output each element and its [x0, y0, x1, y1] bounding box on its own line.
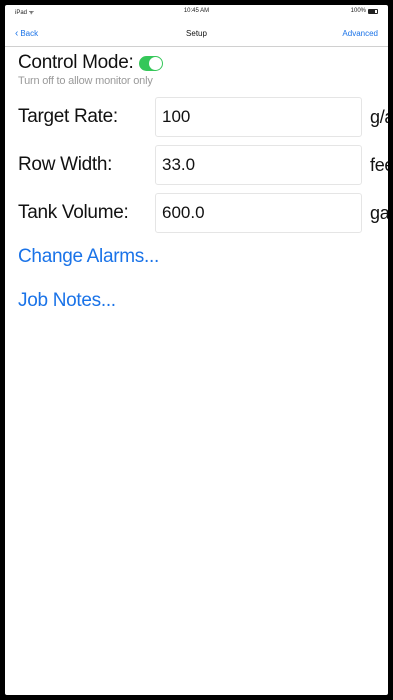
- job-notes-link[interactable]: Job Notes...: [18, 290, 388, 312]
- navigation-bar: ‹ Back Setup Advanced: [5, 21, 388, 47]
- row-width-row: Row Width: feet: [18, 145, 388, 185]
- status-bar: iPad ᯤ 10:45 AM 100%: [5, 5, 388, 21]
- row-width-unit: feet: [370, 154, 388, 175]
- tank-volume-row: Tank Volume: gal: [18, 193, 388, 233]
- target-rate-input[interactable]: [155, 97, 362, 137]
- advanced-button[interactable]: Advanced: [342, 29, 378, 38]
- battery-icon: [368, 8, 378, 14]
- device-screen: iPad ᯤ 10:45 AM 100% ‹ Back Setup Advanc…: [5, 5, 388, 695]
- tank-volume-input[interactable]: [155, 193, 362, 233]
- tank-volume-label: Tank Volume:: [18, 202, 129, 223]
- row-width-label: Row Width:: [18, 154, 113, 175]
- row-width-input[interactable]: [155, 145, 362, 185]
- control-mode-hint: Turn off to allow monitor only: [18, 75, 153, 87]
- tank-volume-unit: gal: [370, 202, 388, 223]
- change-alarms-link[interactable]: Change Alarms...: [18, 246, 388, 268]
- control-mode-label: Control Mode:: [18, 52, 134, 73]
- setup-form: Control Mode: Turn off to allow monitor …: [5, 52, 388, 312]
- target-rate-unit: g/a: [370, 106, 388, 127]
- battery-percent: 100%: [350, 8, 366, 14]
- page-title: Setup: [186, 29, 207, 38]
- target-rate-label: Target Rate:: [18, 106, 118, 127]
- control-mode-toggle[interactable]: [139, 55, 164, 71]
- target-rate-row: Target Rate: g/a: [18, 97, 388, 137]
- battery-status: 100%: [351, 8, 378, 14]
- status-time: 10:45 AM: [183, 8, 210, 14]
- control-mode-row: Control Mode:: [18, 52, 388, 74]
